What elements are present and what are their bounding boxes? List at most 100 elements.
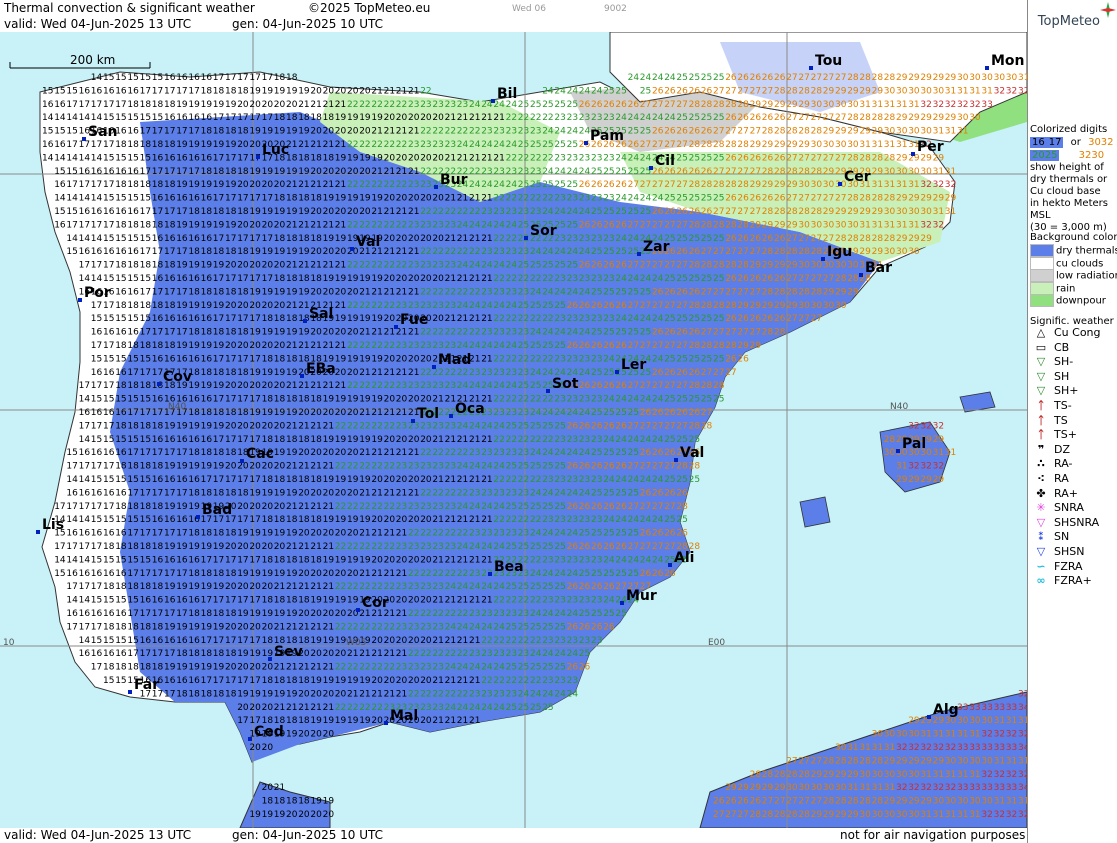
thermal-value: 19 bbox=[262, 247, 274, 257]
thermal-value: 25 bbox=[518, 421, 529, 431]
thermal-value: 25 bbox=[542, 462, 553, 472]
thermal-value: 24 bbox=[628, 113, 640, 123]
thermal-value: 20 bbox=[408, 274, 420, 284]
thermal-value: 23 bbox=[567, 596, 578, 606]
thermal-value: 21 bbox=[445, 194, 456, 204]
thermal-value: 27 bbox=[701, 247, 712, 257]
thermal-value: 19 bbox=[262, 569, 274, 579]
thermal-value: 29 bbox=[847, 810, 859, 820]
thermal-value: 30 bbox=[969, 73, 981, 83]
thermal-value: 22 bbox=[432, 127, 443, 137]
thermal-value: 24 bbox=[652, 194, 664, 204]
thermal-value: 20 bbox=[262, 100, 274, 110]
thermal-value: 20 bbox=[225, 301, 237, 311]
thermal-value: 24 bbox=[542, 328, 554, 338]
thermal-value: 32 bbox=[1006, 770, 1017, 780]
thermal-value: 24 bbox=[640, 73, 652, 83]
thermal-value: 20 bbox=[286, 100, 298, 110]
thermal-value: 23 bbox=[432, 703, 443, 713]
thermal-value: 22 bbox=[347, 421, 358, 431]
thermal-value: 24 bbox=[567, 247, 579, 257]
thermal-value: 15 bbox=[115, 73, 126, 83]
thermal-value: 18 bbox=[213, 328, 225, 338]
thermal-value: 24 bbox=[554, 328, 566, 338]
thermal-value: 20 bbox=[384, 515, 396, 525]
thermal-value: 16 bbox=[127, 207, 139, 217]
thermal-value: 23 bbox=[579, 234, 590, 244]
thermal-value: 23 bbox=[408, 261, 419, 271]
thermal-value: 22 bbox=[371, 542, 382, 552]
thermal-value: 22 bbox=[530, 435, 541, 445]
thermal-value: 17 bbox=[54, 542, 65, 552]
thermal-value: 15 bbox=[127, 354, 138, 364]
thermal-value: 21 bbox=[396, 328, 407, 338]
thermal-value: 24 bbox=[506, 140, 518, 150]
thermal-value: 18 bbox=[140, 301, 152, 311]
thermal-value: 20 bbox=[408, 515, 420, 525]
thermal-value: 21 bbox=[298, 582, 309, 592]
thermal-value: 19 bbox=[359, 475, 371, 485]
thermal-value: 31 bbox=[933, 448, 944, 458]
thermal-value: 20 bbox=[335, 408, 347, 418]
thermal-value: 25 bbox=[542, 261, 553, 271]
thermal-value: 23 bbox=[567, 194, 578, 204]
thermal-value: 25 bbox=[530, 261, 541, 271]
thermal-value: 22 bbox=[371, 261, 382, 271]
thermal-value: 17 bbox=[188, 167, 199, 177]
thermal-value: 24 bbox=[469, 341, 481, 351]
thermal-value: 18 bbox=[164, 140, 176, 150]
thermal-value: 28 bbox=[786, 86, 798, 96]
thermal-value: 16 bbox=[91, 649, 103, 659]
thermal-value: 28 bbox=[835, 756, 847, 766]
thermal-value: 32 bbox=[1018, 689, 1027, 699]
thermal-value: 24 bbox=[506, 301, 518, 311]
thermal-value: 15 bbox=[54, 569, 65, 579]
thermal-value: 19 bbox=[213, 261, 225, 271]
thermal-value: 15 bbox=[66, 207, 77, 217]
thermal-value: 19 bbox=[188, 462, 200, 472]
thermal-value: 20 bbox=[323, 127, 335, 137]
thermal-value: 19 bbox=[286, 86, 298, 96]
thermal-value: 27 bbox=[664, 261, 675, 271]
thermal-value: 25 bbox=[518, 622, 529, 632]
thermal-value: 27 bbox=[798, 797, 809, 807]
thermal-value: 17 bbox=[225, 395, 236, 405]
thermal-value: 29 bbox=[933, 113, 945, 123]
thermal-value: 30 bbox=[847, 220, 859, 230]
thermal-value: 16 bbox=[103, 86, 115, 96]
thermal-value: 23 bbox=[432, 261, 443, 271]
thermal-value: 26 bbox=[750, 234, 762, 244]
thermal-value: 25 bbox=[615, 207, 626, 217]
thermal-value: 16 bbox=[91, 609, 103, 619]
thermal-value: 23 bbox=[493, 127, 504, 137]
convection-map[interactable]: 14 15 15 15 15 15 16 16 16 16 17 17 17 17 17 18 18 24 24 24… bbox=[0, 32, 1027, 828]
thermal-value: 31 bbox=[945, 127, 956, 137]
thermal-value: 28 bbox=[762, 207, 774, 217]
thermal-value: 30 bbox=[908, 247, 920, 257]
thermal-value: 16 bbox=[164, 676, 176, 686]
thermal-value: 29 bbox=[859, 127, 871, 137]
thermal-value: 25 bbox=[713, 153, 724, 163]
thermal-value: 17 bbox=[249, 515, 260, 525]
thermal-value: 21 bbox=[396, 207, 407, 217]
thermal-value: 30 bbox=[835, 140, 847, 150]
thermal-value: 19 bbox=[188, 622, 200, 632]
thermal-value: 17 bbox=[225, 314, 236, 324]
thermal-value: 18 bbox=[152, 421, 164, 431]
thermal-value: 30 bbox=[969, 113, 981, 123]
thermal-value: 22 bbox=[506, 354, 517, 364]
thermal-value: 26 bbox=[591, 582, 603, 592]
wx-symbol-icon: ▽ bbox=[1028, 384, 1054, 397]
thermal-value: 18 bbox=[286, 274, 298, 284]
thermal-value: 23 bbox=[554, 113, 565, 123]
thermal-value: 17 bbox=[201, 676, 212, 686]
thermal-value: 26 bbox=[603, 301, 615, 311]
thermal-value: 27 bbox=[676, 301, 687, 311]
city-label-sal: Sal bbox=[309, 306, 333, 322]
thermal-value: 23 bbox=[396, 582, 407, 592]
thermal-value: 24 bbox=[506, 341, 518, 351]
thermal-value: 18 bbox=[225, 408, 237, 418]
thermal-value: 17 bbox=[79, 381, 90, 391]
thermal-value: 27 bbox=[652, 301, 663, 311]
thermal-value: 15 bbox=[140, 194, 151, 204]
